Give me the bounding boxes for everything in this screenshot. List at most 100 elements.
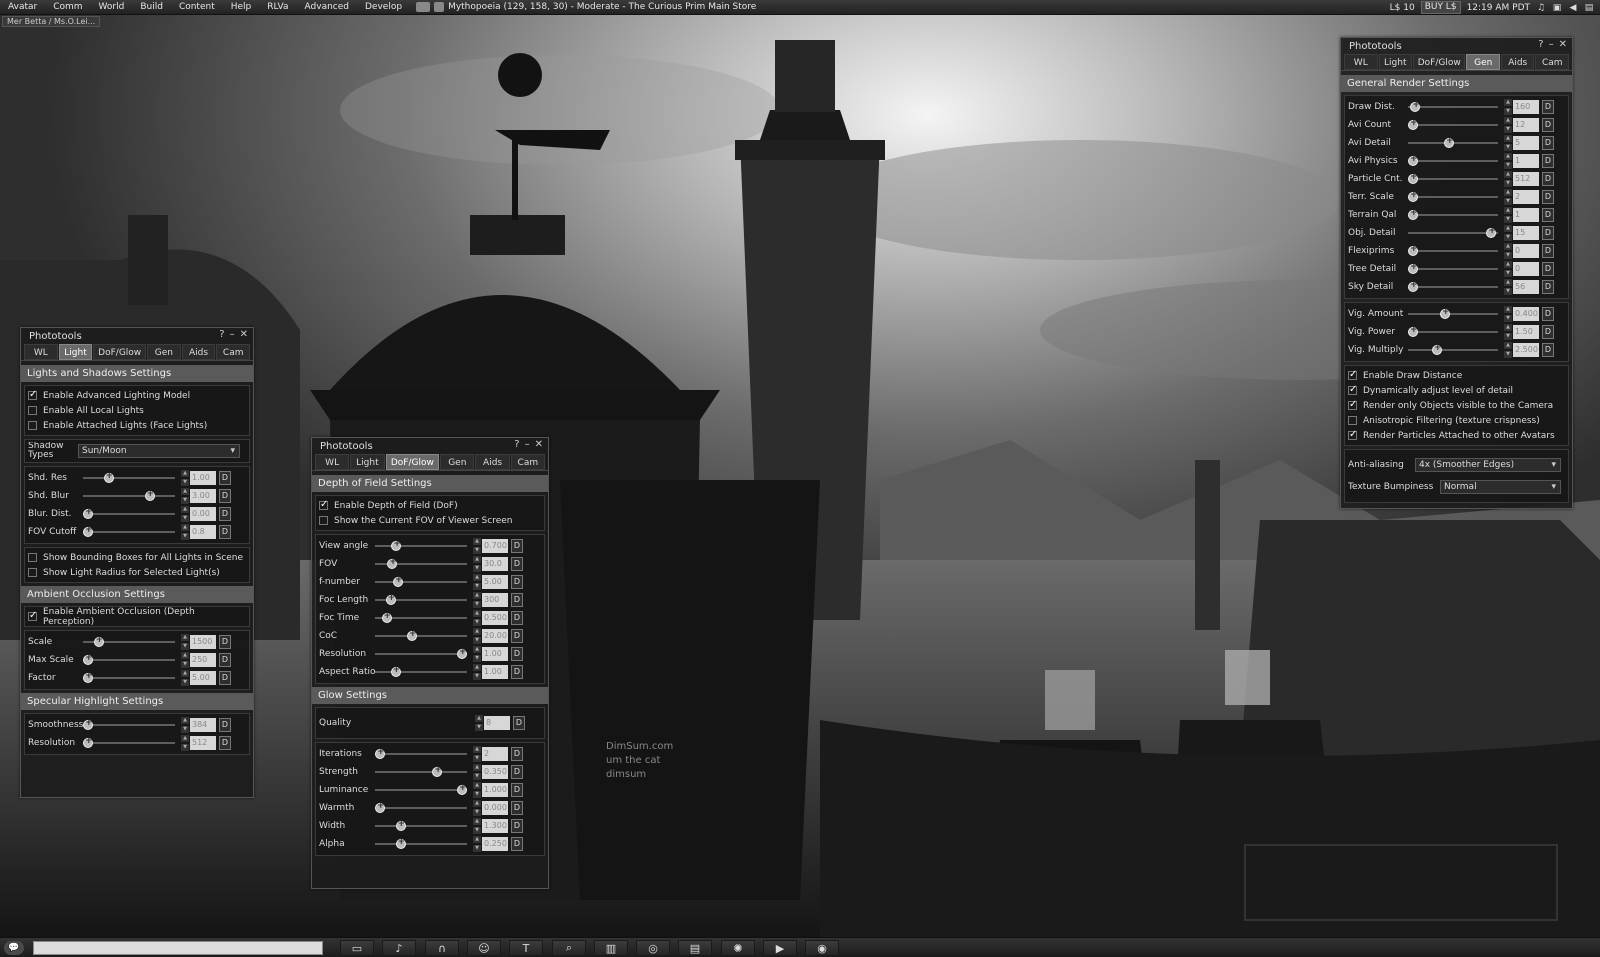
- spin-down-icon[interactable]: ▼: [473, 773, 481, 780]
- slider-track[interactable]: [375, 765, 467, 777]
- slider-thumb[interactable]: [1408, 118, 1418, 130]
- default-button[interactable]: D: [219, 471, 231, 485]
- value-field[interactable]: 15: [1513, 226, 1539, 240]
- default-button[interactable]: D: [511, 665, 523, 679]
- slider-track[interactable]: [375, 819, 467, 831]
- default-button[interactable]: D: [1542, 307, 1554, 321]
- value-field[interactable]: 250: [190, 653, 216, 667]
- spin-up-icon[interactable]: ▲: [473, 574, 481, 581]
- spinner[interactable]: ▲ ▼: [1504, 261, 1512, 277]
- menu-rlva[interactable]: RLVa: [259, 2, 296, 12]
- value-field[interactable]: 5.00: [190, 671, 216, 685]
- floater-title-bar[interactable]: Phototools ? – ✕: [1341, 38, 1572, 54]
- spinner[interactable]: ▲ ▼: [181, 670, 189, 686]
- spin-down-icon[interactable]: ▼: [473, 601, 481, 608]
- default-button[interactable]: D: [219, 653, 231, 667]
- value-field[interactable]: 1: [1513, 154, 1539, 168]
- spin-up-icon[interactable]: ▲: [1504, 261, 1512, 268]
- value-field[interactable]: 1.300: [482, 819, 508, 833]
- spinner[interactable]: ▲ ▼: [473, 574, 481, 590]
- slider-thumb[interactable]: [375, 747, 385, 759]
- slider-thumb[interactable]: [103, 471, 114, 483]
- spin-down-icon[interactable]: ▼: [1504, 234, 1512, 241]
- spin-up-icon[interactable]: ▲: [473, 556, 481, 563]
- value-field[interactable]: 0.000: [482, 801, 508, 815]
- spinner[interactable]: ▲ ▼: [473, 818, 481, 834]
- menu-avatar[interactable]: Avatar: [0, 2, 45, 12]
- value-field[interactable]: 160: [1513, 100, 1539, 114]
- spin-down-icon[interactable]: ▼: [473, 655, 481, 662]
- checkbox[interactable]: [319, 499, 328, 510]
- tab-gen[interactable]: Gen: [1466, 54, 1500, 70]
- spin-up-icon[interactable]: ▲: [1504, 171, 1512, 178]
- spinner[interactable]: ▲ ▼: [181, 470, 189, 486]
- slider-track[interactable]: [1408, 154, 1498, 166]
- value-field[interactable]: 30.0: [482, 557, 508, 571]
- default-button[interactable]: D: [1542, 190, 1554, 204]
- value-field[interactable]: 12: [1513, 118, 1539, 132]
- tab-light[interactable]: Light: [58, 344, 93, 360]
- checkbox-row[interactable]: Show the Current FOV of Viewer Screen: [319, 513, 541, 528]
- slider-thumb[interactable]: [1408, 172, 1418, 184]
- spin-up-icon[interactable]: ▲: [473, 592, 481, 599]
- spinner[interactable]: ▲ ▼: [473, 746, 481, 762]
- quality-default-button[interactable]: D: [513, 716, 525, 730]
- value-field[interactable]: 56: [1513, 280, 1539, 294]
- spin-up-icon[interactable]: ▲: [1504, 189, 1512, 196]
- checkbox-row[interactable]: Enable All Local Lights: [28, 403, 246, 418]
- spinner[interactable]: ▲ ▼: [1504, 324, 1512, 340]
- spinner[interactable]: ▲ ▼: [1504, 189, 1512, 205]
- slider-thumb[interactable]: [1410, 100, 1421, 112]
- spinner[interactable]: ▲ ▼: [473, 836, 481, 852]
- toolbar-button[interactable]: ✺: [721, 940, 755, 956]
- spinner[interactable]: ▲ ▼: [473, 782, 481, 798]
- spin-down-icon[interactable]: ▼: [181, 533, 189, 540]
- spin-down-icon[interactable]: ▼: [473, 619, 481, 626]
- spin-down-icon[interactable]: ▼: [473, 755, 481, 762]
- status-bar-icon[interactable]: ▤: [1584, 3, 1594, 13]
- location-bar[interactable]: Mythopoeia (129, 158, 30) - Moderate - T…: [416, 2, 756, 12]
- checkbox[interactable]: [319, 516, 328, 525]
- value-field[interactable]: 0.8: [190, 525, 216, 539]
- spin-down-icon[interactable]: ▼: [181, 661, 189, 668]
- minimize-icon[interactable]: –: [230, 329, 235, 340]
- spin-up-icon[interactable]: ▲: [181, 506, 189, 513]
- default-button[interactable]: D: [511, 593, 523, 607]
- spin-up-icon[interactable]: ▲: [1504, 117, 1512, 124]
- toolbar-button[interactable]: ♪: [382, 940, 416, 956]
- value-field[interactable]: 1.000: [482, 783, 508, 797]
- value-field[interactable]: 1.00: [190, 471, 216, 485]
- tab-cam[interactable]: Cam: [1535, 54, 1569, 70]
- slider-thumb[interactable]: [93, 635, 104, 647]
- toolbar-button[interactable]: ▥: [594, 940, 628, 956]
- spin-up-icon[interactable]: ▲: [473, 818, 481, 825]
- default-button[interactable]: D: [511, 747, 523, 761]
- value-field[interactable]: 5: [1513, 136, 1539, 150]
- spinner[interactable]: ▲ ▼: [181, 652, 189, 668]
- spin-up-icon[interactable]: ▲: [473, 800, 481, 807]
- checkbox[interactable]: [28, 389, 37, 400]
- checkbox[interactable]: [28, 406, 37, 415]
- help-icon[interactable]: ?: [514, 439, 519, 450]
- spinner[interactable]: ▲ ▼: [1504, 279, 1512, 295]
- ao-enable-checkbox[interactable]: [28, 610, 37, 621]
- slider-track[interactable]: [1408, 262, 1498, 274]
- value-field[interactable]: 2: [1513, 190, 1539, 204]
- slider-thumb[interactable]: [83, 507, 93, 519]
- spin-down-icon[interactable]: ▼: [181, 643, 189, 650]
- slider-thumb[interactable]: [1486, 226, 1497, 238]
- slider-track[interactable]: [375, 665, 467, 677]
- tab-dof-glow[interactable]: DoF/Glow: [385, 454, 440, 470]
- value-field[interactable]: 384: [190, 718, 216, 732]
- toolbar-button[interactable]: ∩: [425, 940, 459, 956]
- spin-down-icon[interactable]: ▼: [473, 547, 481, 554]
- slider-thumb[interactable]: [387, 557, 398, 569]
- checkbox[interactable]: [1348, 369, 1357, 380]
- close-icon[interactable]: ✕: [535, 439, 543, 450]
- shadow-type-dropdown[interactable]: Sun/Moon: [78, 444, 240, 458]
- spinner[interactable]: ▲ ▼: [1504, 99, 1512, 115]
- slider-thumb[interactable]: [457, 647, 467, 659]
- spin-up-icon[interactable]: ▲: [181, 524, 189, 531]
- spin-up-icon[interactable]: ▲: [1504, 306, 1512, 313]
- spin-up-icon[interactable]: ▲: [1504, 225, 1512, 232]
